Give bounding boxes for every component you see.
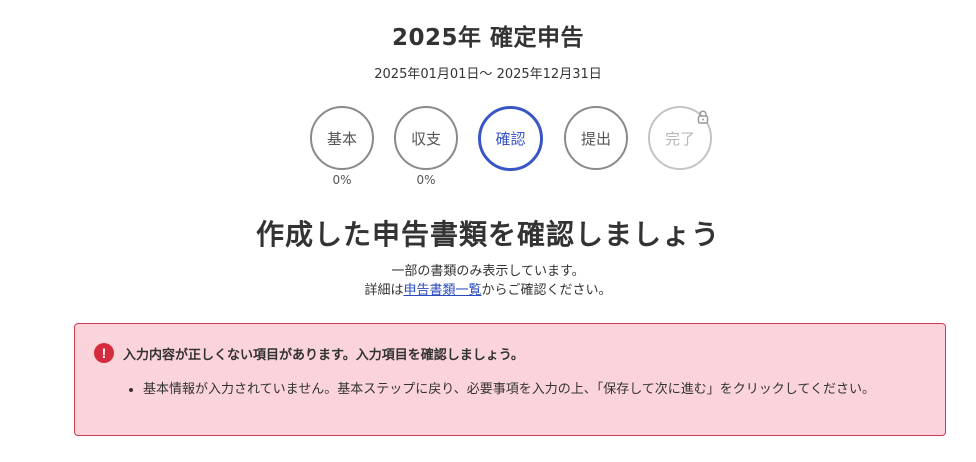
step-circle-confirm[interactable]: 確認 (478, 106, 543, 171)
note-line: 一部の書類のみ表示しています。 (391, 264, 585, 279)
document-list-link[interactable]: 申告書類一覧 (403, 283, 481, 298)
note-prefix: 詳細は (364, 283, 404, 298)
step-complete: 完了 (648, 106, 714, 170)
alert-title: 入力内容が正しくない項目があります。入力項目を確認しましょう。 (123, 348, 524, 363)
info-note: 一部の書類のみ表示しています。 詳細は申告書類一覧からご確認ください。 (0, 262, 976, 300)
step-circle-basic[interactable]: 基本 (310, 106, 374, 170)
section-heading: 作成した申告書類を確認しましょう (255, 218, 720, 251)
step-submit[interactable]: 提出 (564, 106, 630, 170)
page-title: 2025年 確定申告 (391, 25, 585, 51)
step-progress: 0% (416, 173, 436, 187)
step-income-expense[interactable]: 収支 0% (394, 106, 460, 187)
note-suffix: からご確認ください。 (481, 283, 612, 298)
tax-period: 2025年01月01日〜 2025年12月31日 (374, 67, 602, 82)
step-indicator: 基本 0% 収支 0% 確認 提出 完了 (0, 106, 976, 196)
lock-icon (697, 110, 709, 124)
alert-list: 基本情報が入力されていません。基本ステップに戻り、必要事項を入力の上、「保存して… (127, 379, 933, 400)
step-label: 確認 (495, 130, 526, 148)
step-label: 収支 (410, 129, 441, 148)
error-icon: ! (94, 343, 114, 363)
error-alert: ! 入力内容が正しくない項目があります。入力項目を確認しましょう。 基本情報が入… (74, 323, 946, 436)
step-circle-submit[interactable]: 提出 (564, 106, 628, 170)
step-label: 提出 (580, 129, 611, 148)
page: 2025年 確定申告 2025年01月01日〜 2025年12月31日 基本 0… (0, 0, 976, 462)
step-label: 基本 (326, 129, 357, 148)
step-label: 完了 (664, 129, 695, 148)
step-confirm[interactable]: 確認 (478, 106, 544, 171)
note-line: 詳細は申告書類一覧からご確認ください。 (0, 281, 976, 300)
alert-item: 基本情報が入力されていません。基本ステップに戻り、必要事項を入力の上、「保存して… (143, 379, 933, 400)
step-progress: 0% (332, 173, 352, 187)
step-basic[interactable]: 基本 0% (310, 106, 376, 187)
step-circle-income-expense[interactable]: 収支 (394, 106, 458, 170)
